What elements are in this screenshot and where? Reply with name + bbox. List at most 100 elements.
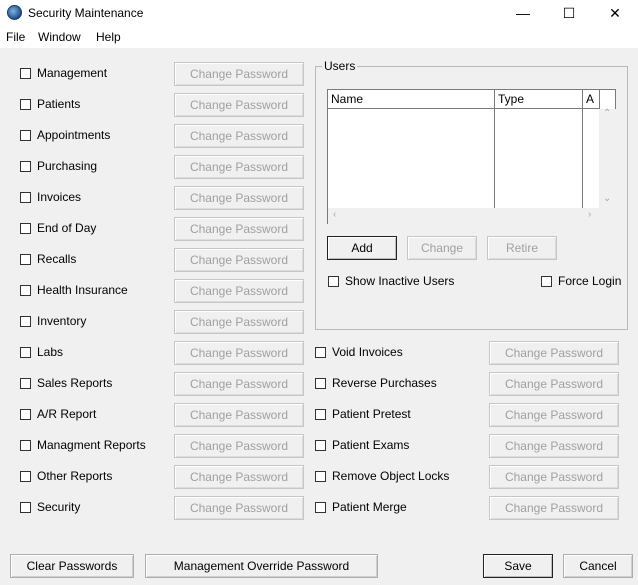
add-user-button[interactable]: Add: [327, 236, 397, 260]
a-r-report-change-password-button[interactable]: Change Password: [174, 403, 304, 427]
inventory-change-password-button[interactable]: Change Password: [174, 310, 304, 334]
purchasing-change-password-button[interactable]: Change Password: [174, 155, 304, 179]
inventory-checkbox[interactable]: [20, 316, 31, 327]
patient-pretest-label: Patient Pretest: [332, 407, 411, 421]
scroll-up-icon[interactable]: ⌃: [603, 108, 611, 119]
invoices-checkbox[interactable]: [20, 192, 31, 203]
column-divider: [494, 109, 495, 208]
security-checkbox[interactable]: [20, 502, 31, 513]
menu-file[interactable]: File: [6, 30, 25, 44]
app-icon: [7, 5, 22, 20]
menu-bar: File Window Help: [0, 26, 638, 48]
reverse-purchases-change-password-button[interactable]: Change Password: [489, 372, 619, 396]
show-inactive-label: Show Inactive Users: [345, 274, 455, 288]
scrollbar-corner: [599, 208, 616, 224]
recalls-checkbox[interactable]: [20, 254, 31, 265]
void-invoices-checkbox[interactable]: [315, 347, 326, 358]
menu-window[interactable]: Window: [38, 30, 81, 44]
purchasing-checkbox[interactable]: [20, 161, 31, 172]
minimize-button[interactable]: —: [500, 0, 546, 26]
purchasing-label: Purchasing: [37, 159, 98, 173]
security-change-password-button[interactable]: Change Password: [174, 496, 304, 520]
patient-pretest-checkbox[interactable]: [315, 409, 326, 420]
retire-user-button[interactable]: Retire: [487, 236, 557, 260]
a-r-report-checkbox[interactable]: [20, 409, 31, 420]
management-change-password-button[interactable]: Change Password: [174, 62, 304, 86]
patient-exams-checkbox[interactable]: [315, 440, 326, 451]
remove-object-locks-checkbox[interactable]: [315, 471, 326, 482]
remove-object-locks-change-password-button[interactable]: Change Password: [489, 465, 619, 489]
users-list[interactable]: Name Type A ⌃ ⌄ ‹ ›: [327, 89, 616, 224]
managment-reports-checkbox[interactable]: [20, 440, 31, 451]
labs-label: Labs: [37, 345, 64, 359]
security-label: Security: [37, 500, 81, 514]
appointments-checkbox[interactable]: [20, 130, 31, 141]
managment-reports-label: Managment Reports: [37, 438, 146, 452]
health-insurance-label: Health Insurance: [37, 283, 128, 297]
void-invoices-change-password-button[interactable]: Change Password: [489, 341, 619, 365]
force-login-label: Force Login: [558, 274, 622, 288]
void-invoices-label: Void Invoices: [332, 345, 403, 359]
patient-merge-change-password-button[interactable]: Change Password: [489, 496, 619, 520]
patient-exams-change-password-button[interactable]: Change Password: [489, 434, 619, 458]
appointments-change-password-button[interactable]: Change Password: [174, 124, 304, 148]
clear-passwords-button[interactable]: Clear Passwords: [10, 554, 134, 578]
patient-pretest-change-password-button[interactable]: Change Password: [489, 403, 619, 427]
management-checkbox[interactable]: [20, 68, 31, 79]
column-divider: [582, 109, 583, 208]
scroll-left-icon[interactable]: ‹: [333, 209, 336, 220]
sales-reports-change-password-button[interactable]: Change Password: [174, 372, 304, 396]
patient-merge-label: Patient Merge: [332, 500, 407, 514]
labs-change-password-button[interactable]: Change Password: [174, 341, 304, 365]
patients-label: Patients: [37, 97, 81, 111]
end-of-day-change-password-button[interactable]: Change Password: [174, 217, 304, 241]
sales-reports-checkbox[interactable]: [20, 378, 31, 389]
managment-reports-change-password-button[interactable]: Change Password: [174, 434, 304, 458]
labs-checkbox[interactable]: [20, 347, 31, 358]
column-active[interactable]: A: [583, 90, 600, 109]
patient-merge-checkbox[interactable]: [315, 502, 326, 513]
recalls-change-password-button[interactable]: Change Password: [174, 248, 304, 272]
title-bar: Security Maintenance — ☐ ✕: [0, 0, 638, 26]
end-of-day-label: End of Day: [37, 221, 97, 235]
menu-help[interactable]: Help: [96, 30, 121, 44]
reverse-purchases-label: Reverse Purchases: [332, 376, 437, 390]
inventory-label: Inventory: [37, 314, 87, 328]
other-reports-checkbox[interactable]: [20, 471, 31, 482]
force-login-checkbox[interactable]: [541, 276, 552, 287]
other-reports-label: Other Reports: [37, 469, 113, 483]
patient-exams-label: Patient Exams: [332, 438, 410, 452]
other-reports-change-password-button[interactable]: Change Password: [174, 465, 304, 489]
maximize-button[interactable]: ☐: [546, 0, 592, 26]
column-type[interactable]: Type: [495, 90, 583, 109]
maximize-icon: ☐: [562, 4, 576, 21]
save-button[interactable]: Save: [483, 554, 553, 578]
remove-object-locks-label: Remove Object Locks: [332, 469, 450, 483]
close-icon: ✕: [609, 4, 621, 21]
reverse-purchases-checkbox[interactable]: [315, 378, 326, 389]
cancel-button[interactable]: Cancel: [563, 554, 633, 578]
patients-checkbox[interactable]: [20, 99, 31, 110]
management-label: Management: [37, 66, 108, 80]
sales-reports-label: Sales Reports: [37, 376, 113, 390]
show-inactive-checkbox[interactable]: [328, 276, 339, 287]
scroll-down-icon[interactable]: ⌄: [603, 193, 611, 204]
vertical-scrollbar[interactable]: ⌃ ⌄: [599, 108, 616, 208]
appointments-label: Appointments: [37, 128, 111, 142]
invoices-change-password-button[interactable]: Change Password: [174, 186, 304, 210]
horizontal-scrollbar[interactable]: ‹ ›: [328, 208, 599, 224]
end-of-day-checkbox[interactable]: [20, 223, 31, 234]
scroll-right-icon[interactable]: ›: [588, 209, 591, 220]
close-button[interactable]: ✕: [592, 0, 638, 26]
health-insurance-change-password-button[interactable]: Change Password: [174, 279, 304, 303]
window-title: Security Maintenance: [28, 6, 144, 20]
users-group-label: Users: [322, 59, 358, 73]
minimize-icon: —: [516, 5, 530, 21]
health-insurance-checkbox[interactable]: [20, 285, 31, 296]
column-name[interactable]: Name: [328, 90, 495, 109]
change-user-button[interactable]: Change: [407, 236, 477, 260]
invoices-label: Invoices: [37, 190, 82, 204]
recalls-label: Recalls: [37, 252, 77, 266]
override-password-button[interactable]: Management Override Password: [145, 554, 378, 578]
patients-change-password-button[interactable]: Change Password: [174, 93, 304, 117]
